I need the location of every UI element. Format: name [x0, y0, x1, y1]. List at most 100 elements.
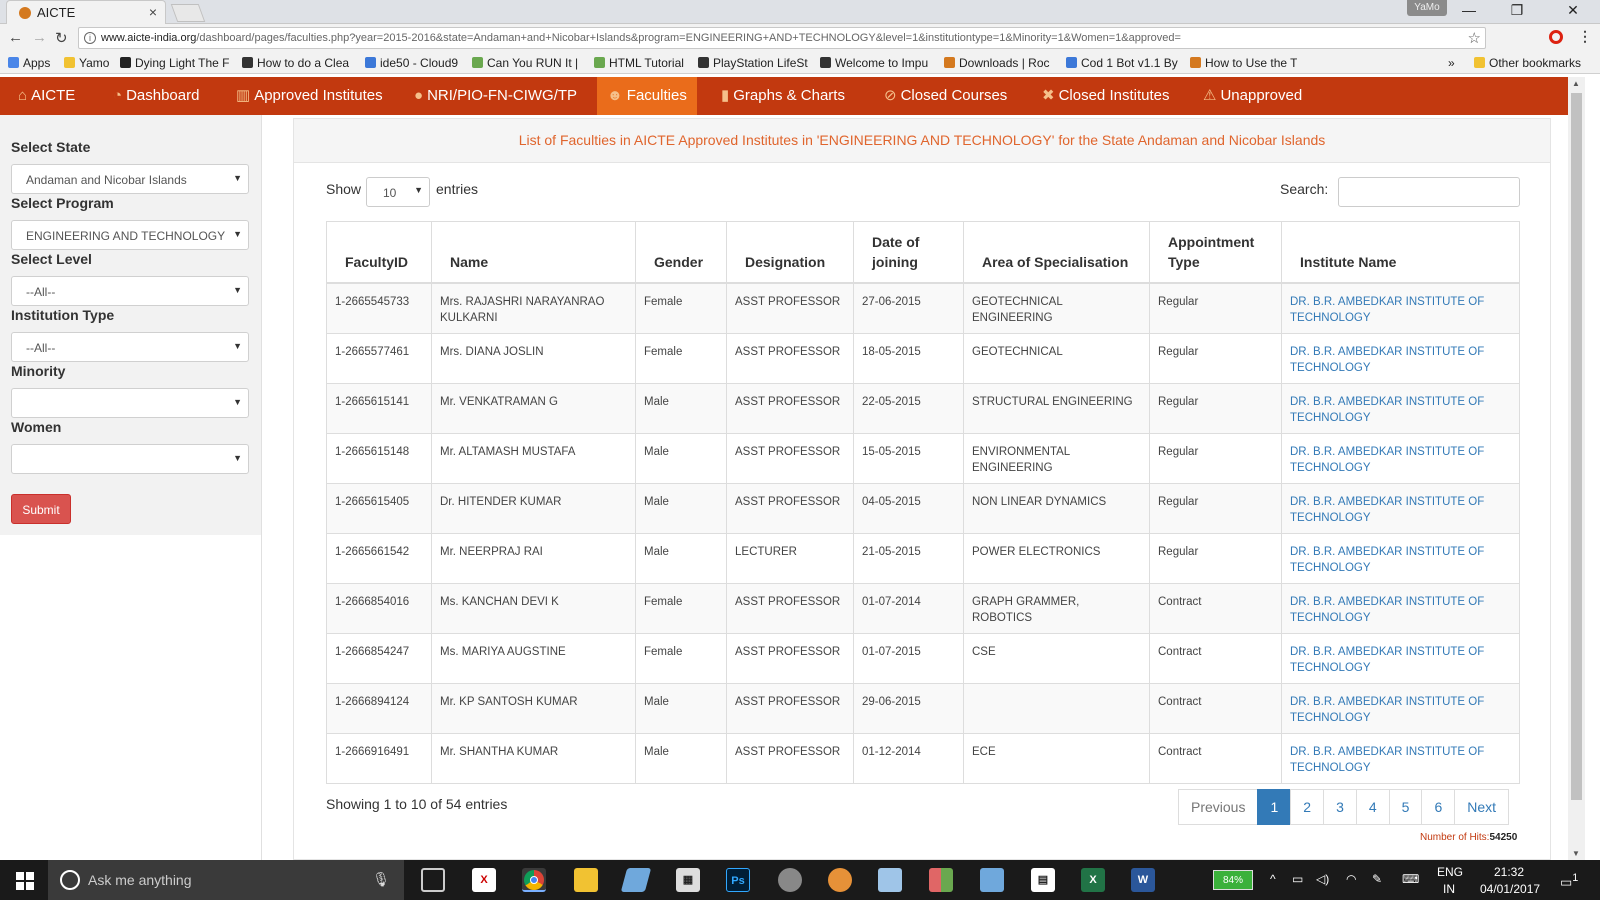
institute-link[interactable]: DR. B.R. AMBEDKAR INSTITUTE OF TECHNOLOG…	[1281, 482, 1520, 534]
column-header[interactable]: Appointment Type	[1149, 221, 1282, 284]
column-header[interactable]: Gender	[635, 221, 727, 284]
close-window-icon[interactable]: ✕	[1550, 2, 1596, 19]
scroll-down-icon[interactable]: ▼	[1572, 849, 1580, 858]
wifi-icon[interactable]: ◠	[1346, 872, 1356, 886]
back-icon[interactable]: ←	[8, 29, 23, 46]
nav-item-dashboard[interactable]: ◔ Dashboard	[103, 77, 209, 115]
bookmark-item[interactable]: ide50 - Cloud9	[365, 56, 458, 70]
site-info-icon[interactable]: i	[84, 32, 96, 44]
battery-indicator[interactable]: 84%	[1213, 870, 1253, 890]
level-select[interactable]: --All-- ▼	[11, 276, 249, 306]
bookmark-item[interactable]: HTML Tutorial	[594, 56, 684, 70]
clock-date[interactable]: 04/01/2017	[1480, 882, 1540, 896]
restore-icon[interactable]: ❐	[1494, 2, 1540, 19]
store-icon[interactable]: ▤	[1031, 868, 1055, 892]
institution-type-select[interactable]: --All-- ▼	[11, 332, 249, 362]
page-button[interactable]: 6	[1421, 789, 1456, 825]
institute-link[interactable]: DR. B.R. AMBEDKAR INSTITUTE OF TECHNOLOG…	[1281, 582, 1520, 634]
program-select[interactable]: ENGINEERING AND TECHNOLOGY ▼	[11, 220, 249, 250]
file-explorer-icon[interactable]	[574, 868, 598, 892]
column-header[interactable]: FacultyID	[326, 221, 432, 284]
next-page-button[interactable]: Next	[1454, 789, 1510, 825]
institute-link[interactable]: DR. B.R. AMBEDKAR INSTITUTE OF TECHNOLOG…	[1281, 282, 1520, 334]
bookmark-item[interactable]: Dying Light The F	[120, 56, 230, 70]
task-view-icon[interactable]	[421, 868, 445, 892]
minority-select[interactable]: ▼	[11, 388, 249, 418]
bookmark-item[interactable]: How to do a Clea	[242, 56, 349, 70]
nav-item-closed-institutes[interactable]: ✖ Closed Institutes	[1032, 77, 1179, 115]
keyboard-icon[interactable]: ⌨	[1402, 872, 1419, 886]
bookmark-item[interactable]: Downloads | Roc	[944, 56, 1050, 70]
office-icon[interactable]	[929, 868, 953, 892]
institute-link[interactable]: DR. B.R. AMBEDKAR INSTITUTE OF TECHNOLOG…	[1281, 432, 1520, 484]
word-icon[interactable]: W	[1131, 868, 1155, 892]
nav-item-aicte[interactable]: ⌂ AICTE	[8, 77, 85, 115]
nav-item-nri-pio-fn-ciwg-tp[interactable]: ● NRI/PIO-FN-CIWG/TP	[404, 77, 587, 115]
cube-app-icon[interactable]	[980, 868, 1004, 892]
institute-link[interactable]: DR. B.R. AMBEDKAR INSTITUTE OF TECHNOLOG…	[1281, 532, 1520, 584]
page-button[interactable]: 3	[1323, 789, 1357, 825]
nav-item-approved-institutes[interactable]: ▥ Approved Institutes	[226, 77, 393, 115]
bookmark-item[interactable]: How to Use the T	[1190, 56, 1297, 70]
bookmark-item[interactable]: Can You RUN It |	[472, 56, 578, 70]
chrome-icon[interactable]	[522, 868, 546, 892]
page-button[interactable]: 5	[1388, 789, 1423, 825]
region-indicator[interactable]: IN	[1443, 882, 1455, 896]
women-select[interactable]: ▼	[11, 444, 249, 474]
bookmark-item[interactable]: Cod 1 Bot v1.1 By	[1066, 56, 1178, 70]
state-select[interactable]: Andaman and Nicobar Islands ▼	[11, 164, 249, 194]
previous-page-button[interactable]: Previous	[1178, 789, 1259, 825]
page-scrollbar[interactable]: ▲ ▼	[1568, 77, 1585, 860]
language-indicator[interactable]: ENG	[1437, 865, 1463, 879]
virtualbox-icon[interactable]	[878, 868, 902, 892]
pen-icon[interactable]: ✎	[1372, 872, 1382, 886]
column-header[interactable]: Designation	[726, 221, 854, 284]
game-app-icon[interactable]	[778, 868, 802, 892]
scroll-up-icon[interactable]: ▲	[1572, 79, 1580, 88]
bookmark-item[interactable]: Apps	[8, 56, 50, 70]
photoshop-icon[interactable]: Ps	[726, 868, 750, 892]
tab-close-icon[interactable]: ×	[149, 4, 157, 20]
column-header[interactable]: Institute Name	[1281, 221, 1520, 284]
acrobat-icon[interactable]: X	[472, 868, 496, 892]
nav-item-unapproved[interactable]: ⚠ Unapproved	[1193, 77, 1312, 115]
bookmarks-overflow-icon[interactable]: »	[1448, 56, 1455, 70]
nav-item-closed-courses[interactable]: ⊘ Closed Courses	[874, 77, 1017, 115]
minimize-icon[interactable]: —	[1446, 2, 1492, 18]
column-header[interactable]: Area of Specialisation	[963, 221, 1150, 284]
institute-link[interactable]: DR. B.R. AMBEDKAR INSTITUTE OF TECHNOLOG…	[1281, 632, 1520, 684]
clock-time[interactable]: 21:32	[1494, 865, 1524, 879]
bookmark-star-icon[interactable]: ☆	[1468, 29, 1481, 47]
institute-link[interactable]: DR. B.R. AMBEDKAR INSTITUTE OF TECHNOLOG…	[1281, 732, 1520, 784]
bookmark-item[interactable]: Welcome to Impu	[820, 56, 928, 70]
search-input[interactable]	[1338, 177, 1520, 207]
new-tab-button[interactable]	[170, 4, 206, 22]
nav-item-faculties[interactable]: ☻ Faculties	[597, 77, 697, 115]
submit-button[interactable]: Submit	[11, 494, 71, 524]
page-length-select[interactable]: 10 ▼	[366, 177, 430, 207]
institute-link[interactable]: DR. B.R. AMBEDKAR INSTITUTE OF TECHNOLOG…	[1281, 332, 1520, 384]
tray-expand-icon[interactable]: ^	[1270, 872, 1276, 886]
cortana-search-box[interactable]: Ask me anything 🎙	[48, 860, 404, 900]
opera-extension-icon[interactable]	[1549, 30, 1563, 44]
browser-menu-icon[interactable]: ⋮	[1578, 28, 1592, 45]
nav-item-graphs-charts[interactable]: ▮ Graphs & Charts	[711, 77, 855, 115]
reload-icon[interactable]: ↻	[55, 29, 68, 47]
power-icon[interactable]: ▭	[1292, 872, 1303, 886]
bookmark-item[interactable]: PlayStation LifeSt	[698, 56, 808, 70]
windows-start-icon[interactable]	[16, 872, 34, 890]
page-button[interactable]: 1	[1257, 789, 1292, 825]
forward-icon[interactable]: →	[32, 29, 47, 46]
excel-icon[interactable]: X	[1081, 868, 1105, 892]
scrollbar-thumb[interactable]	[1571, 93, 1582, 800]
microphone-icon[interactable]: 🎙	[372, 871, 390, 888]
notepad-icon[interactable]	[620, 868, 652, 892]
browser-app-icon[interactable]	[828, 868, 852, 892]
notifications-icon[interactable]: ▭1	[1560, 872, 1578, 890]
profile-badge[interactable]: YaMo	[1407, 0, 1447, 16]
institute-link[interactable]: DR. B.R. AMBEDKAR INSTITUTE OF TECHNOLOG…	[1281, 682, 1520, 734]
column-header[interactable]: Name	[431, 221, 636, 284]
calculator-icon[interactable]: ▦	[676, 868, 700, 892]
other-bookmarks[interactable]: Other bookmarks	[1474, 56, 1581, 70]
bookmark-item[interactable]: Yamo	[64, 56, 109, 70]
